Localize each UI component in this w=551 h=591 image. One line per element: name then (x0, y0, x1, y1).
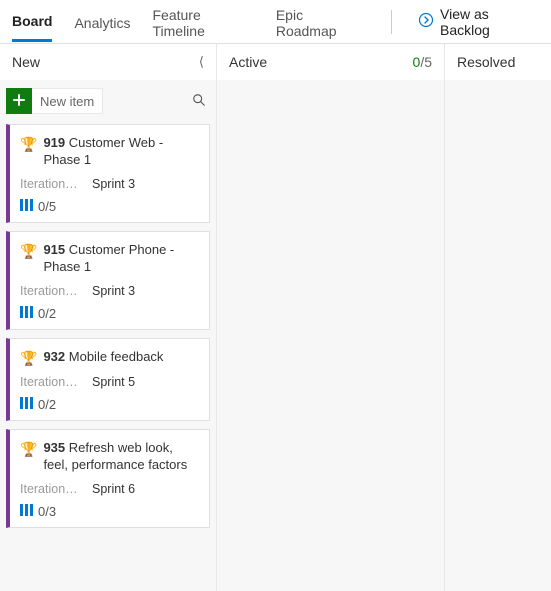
columns-icon (20, 306, 34, 320)
arrow-right-circle-icon (418, 12, 434, 31)
trophy-icon: 🏆 (20, 440, 37, 458)
iteration-label: Iteration ... (20, 284, 78, 298)
iteration-label: Iteration ... (20, 375, 78, 389)
iteration-value: Sprint 3 (92, 284, 135, 298)
iteration-value: Sprint 3 (92, 177, 135, 191)
work-item-id: 919 (43, 135, 65, 150)
work-item-card[interactable]: 🏆 915 Customer Phone - Phase 1 Iteration… (6, 231, 210, 330)
column-new-title: New (12, 54, 40, 70)
column-resolved-title: Resolved (457, 54, 515, 70)
search-icon (192, 95, 206, 110)
tab-bar: Board Analytics Feature Timeline Epic Ro… (0, 0, 551, 44)
collapse-column-button[interactable]: ⟨ (199, 54, 204, 70)
column-new-body: New item 🏆 919 Customer Web - Phase 1 It… (0, 80, 216, 591)
tab-divider (391, 10, 392, 34)
view-as-backlog-button[interactable]: View as Backlog (418, 6, 539, 38)
search-button[interactable] (192, 93, 206, 110)
iteration-value: Sprint 6 (92, 482, 135, 496)
work-item-id: 915 (43, 242, 65, 257)
tab-feature-timeline[interactable]: Feature Timeline (152, 0, 253, 49)
tab-board[interactable]: Board (12, 1, 52, 42)
work-item-card[interactable]: 🏆 919 Customer Web - Phase 1 Iteration .… (6, 124, 210, 223)
iteration-label: Iteration ... (20, 177, 78, 191)
progress-count: 0/2 (38, 306, 56, 321)
trophy-icon: 🏆 (20, 242, 37, 260)
view-as-backlog-label: View as Backlog (440, 6, 539, 38)
trophy-icon: 🏆 (20, 349, 37, 367)
add-item-button[interactable] (6, 88, 32, 114)
columns-icon (20, 504, 34, 518)
new-item-label[interactable]: New item (32, 88, 103, 114)
trophy-icon: 🏆 (20, 135, 37, 153)
work-item-title: Refresh web look, feel, performance fact… (43, 440, 187, 472)
progress-count: 0/5 (38, 199, 56, 214)
column-active-body[interactable] (217, 80, 444, 591)
columns-icon (20, 397, 34, 411)
columns-icon (20, 199, 34, 213)
iteration-label: Iteration ... (20, 482, 78, 496)
kanban-board: New ⟨ New item 🏆 9 (0, 44, 551, 591)
plus-icon (12, 93, 26, 110)
column-new-header: New ⟨ (0, 44, 216, 80)
column-active-title: Active (229, 54, 267, 70)
tab-epic-roadmap[interactable]: Epic Roadmap (276, 0, 365, 49)
work-item-card[interactable]: 🏆 932 Mobile feedback Iteration ... Spri… (6, 338, 210, 421)
new-item-row: New item (6, 86, 210, 116)
work-item-id: 932 (43, 349, 65, 364)
work-item-id: 935 (43, 440, 65, 455)
column-active: Active 0/5 (217, 44, 445, 591)
work-item-title: Mobile feedback (69, 349, 164, 364)
progress-count: 0/2 (38, 397, 56, 412)
column-new: New ⟨ New item 🏆 9 (0, 44, 217, 591)
wip-indicator: 0/5 (413, 54, 432, 70)
column-resolved-header: Resolved (445, 44, 551, 80)
iteration-value: Sprint 5 (92, 375, 135, 389)
work-item-card[interactable]: 🏆 935 Refresh web look, feel, performanc… (6, 429, 210, 528)
progress-count: 0/3 (38, 504, 56, 519)
column-active-header: Active 0/5 (217, 44, 444, 80)
wip-limit: /5 (420, 54, 432, 70)
column-resolved: Resolved (445, 44, 551, 591)
column-resolved-body[interactable] (445, 80, 551, 591)
tab-analytics[interactable]: Analytics (74, 3, 130, 41)
